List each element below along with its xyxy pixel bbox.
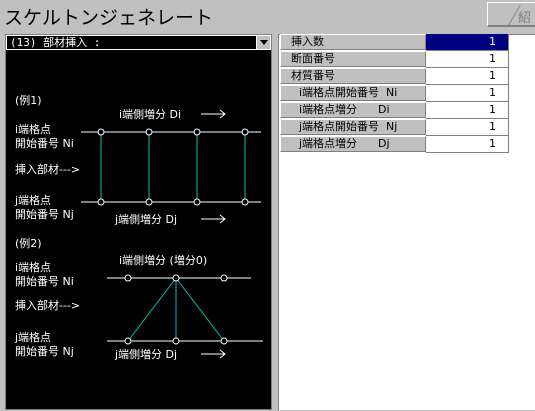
ex1-j-start-label: 開始番号 Nj <box>15 207 74 221</box>
ex2-j-start-label: 開始番号 Nj <box>15 344 74 358</box>
dropdown-button[interactable] <box>256 36 270 49</box>
ex2-i-start-label: 開始番号 Ni <box>15 274 74 288</box>
param-row-i-increment: i端格点増分 Di 1 <box>280 102 509 119</box>
param-label: j端格点開始番号 Nj <box>280 119 426 135</box>
ex1-heading: (例1) <box>15 93 42 107</box>
param-value-cell[interactable]: 1 <box>426 102 509 119</box>
ex2-i-increment: i端側増分 (増分0) <box>119 254 207 267</box>
param-label: 材質番号 <box>280 68 426 84</box>
arrow-right-icon <box>201 214 226 224</box>
command-select[interactable]: (13) 部材挿入 : <box>6 35 271 50</box>
param-value-cell[interactable]: 1 <box>426 136 509 153</box>
param-label: 挿入数 <box>280 34 426 50</box>
ex1-j-node-label: j端格点 <box>14 193 51 207</box>
param-value-cell[interactable]: 1 <box>426 51 509 68</box>
param-row-insert-count: 挿入数 1 <box>280 34 509 51</box>
ex2-members <box>127 277 225 342</box>
param-value-cell[interactable]: 1 <box>426 34 509 51</box>
param-label: j端格点増分 Dj <box>280 136 426 152</box>
ex1-j-increment: j端側増分 Dj <box>114 213 177 226</box>
param-label: i端格点開始番号 Ni <box>280 85 426 101</box>
param-row-material-number: 材質番号 1 <box>280 68 509 85</box>
ex1-i-increment: i端側増分 Di <box>119 108 181 121</box>
arrow-right-icon <box>201 109 226 119</box>
ex2-heading: (例2) <box>15 236 42 250</box>
param-row-i-start: i端格点開始番号 Ni 1 <box>280 85 509 102</box>
arrow-right-icon <box>201 349 226 359</box>
ex2-i-node-label: i端格点 <box>15 260 51 274</box>
chevron-down-icon <box>260 40 268 45</box>
corner-button-label: 紹 <box>518 11 532 26</box>
ex1-member-label: 挿入部材---> <box>15 162 80 176</box>
param-value-cell[interactable]: 1 <box>426 68 509 85</box>
param-value-cell[interactable]: 1 <box>426 119 509 136</box>
ex2-j-node-label: j端格点 <box>14 330 51 344</box>
param-label: 断面番号 <box>280 51 426 67</box>
corner-button[interactable]: 紹 <box>487 2 535 27</box>
ex1-nodes <box>97 128 249 206</box>
ex1-i-node-label: i端格点 <box>15 122 51 136</box>
window-title: スケルトンジェネレート <box>4 7 214 29</box>
param-row-section-number: 断面番号 1 <box>280 51 509 68</box>
param-row-j-increment: j端格点増分 Dj 1 <box>280 136 509 153</box>
param-label: i端格点増分 Di <box>280 102 426 118</box>
param-value-cell[interactable]: 1 <box>426 85 509 102</box>
param-row-j-start: j端格点開始番号 Nj 1 <box>280 119 509 136</box>
insertion-diagram: (例1) i端側増分 Di i端格点 開始番号 Ni 挿入部材---> j端格点… <box>14 93 263 361</box>
command-select-value: (13) 部材挿入 : <box>10 36 101 49</box>
ex1-members <box>100 132 246 202</box>
ex2-j-increment: j端側増分 Dj <box>114 348 177 361</box>
ex1-i-start-label: 開始番号 Ni <box>15 136 74 150</box>
ex2-member-label: 挿入部材---> <box>15 298 80 312</box>
